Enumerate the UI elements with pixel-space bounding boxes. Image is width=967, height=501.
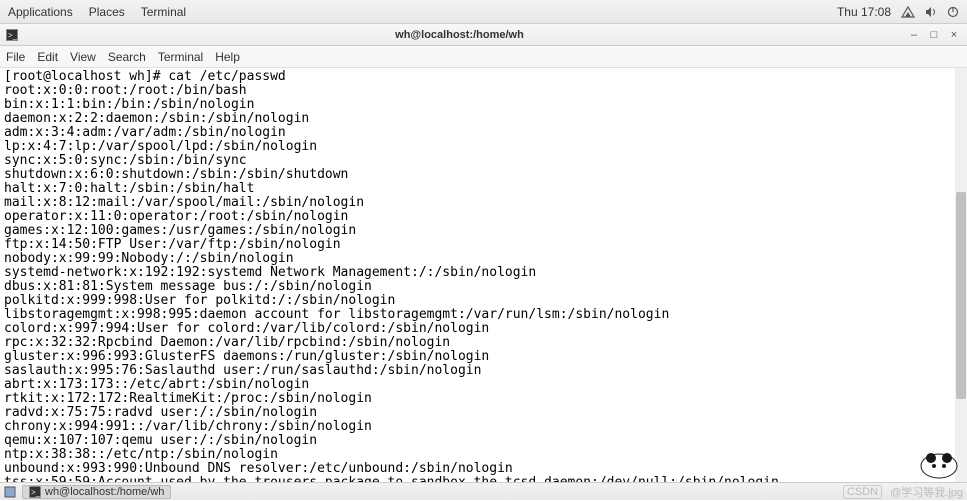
watermark-logo-icon	[917, 446, 961, 480]
volume-icon[interactable]	[925, 6, 937, 18]
top-panel-right: Thu 17:08	[837, 5, 959, 19]
top-menu-terminal[interactable]: Terminal	[141, 5, 186, 19]
window-title: wh@localhost:/home/wh	[18, 29, 901, 41]
top-menu-places[interactable]: Places	[89, 5, 125, 19]
svg-text:>_: >_	[8, 31, 18, 40]
menu-edit[interactable]: Edit	[37, 50, 58, 64]
close-button[interactable]: ×	[947, 29, 961, 41]
watermark-csdn: CSDN	[843, 485, 882, 499]
power-icon[interactable]	[947, 6, 959, 18]
terminal-scrollbar[interactable]	[955, 68, 967, 482]
terminal-output[interactable]: [root@localhost wh]# cat /etc/passwd roo…	[0, 68, 967, 482]
window-titlebar[interactable]: >_ wh@localhost:/home/wh – □ ×	[0, 24, 967, 46]
show-desktop-icon[interactable]	[4, 486, 16, 498]
watermark-author: @学习等我.jpg	[890, 484, 963, 500]
clock-label[interactable]: Thu 17:08	[837, 5, 891, 19]
svg-text:>_: >_	[31, 488, 41, 497]
app-menubar: File Edit View Search Terminal Help	[0, 46, 967, 68]
maximize-button[interactable]: □	[927, 29, 941, 41]
network-icon[interactable]	[901, 6, 915, 18]
terminal-icon: >_	[29, 486, 41, 498]
top-menu-applications[interactable]: Applications	[8, 5, 73, 19]
bottom-panel: >_ wh@localhost:/home/wh CSDN @学习等我.jpg	[0, 482, 967, 500]
top-panel: Applications Places Terminal Thu 17:08	[0, 0, 967, 24]
taskbar-item-terminal[interactable]: >_ wh@localhost:/home/wh	[22, 485, 171, 499]
terminal-app-icon: >_	[6, 29, 18, 41]
top-menu-group: Applications Places Terminal	[8, 5, 186, 19]
menu-view[interactable]: View	[70, 50, 96, 64]
menu-file[interactable]: File	[6, 50, 25, 64]
menu-search[interactable]: Search	[108, 50, 146, 64]
taskbar-item-label: wh@localhost:/home/wh	[45, 486, 164, 498]
minimize-button[interactable]: –	[907, 29, 921, 41]
bottom-panel-right: CSDN @学习等我.jpg	[843, 484, 963, 500]
terminal-lines: root:x:0:0:root:/root:/bin/bash bin:x:1:…	[4, 83, 779, 482]
scrollbar-thumb[interactable]	[956, 192, 966, 399]
terminal-prompt-line: [root@localhost wh]# cat /etc/passwd	[4, 69, 286, 84]
menu-help[interactable]: Help	[215, 50, 240, 64]
menu-terminal[interactable]: Terminal	[158, 50, 203, 64]
